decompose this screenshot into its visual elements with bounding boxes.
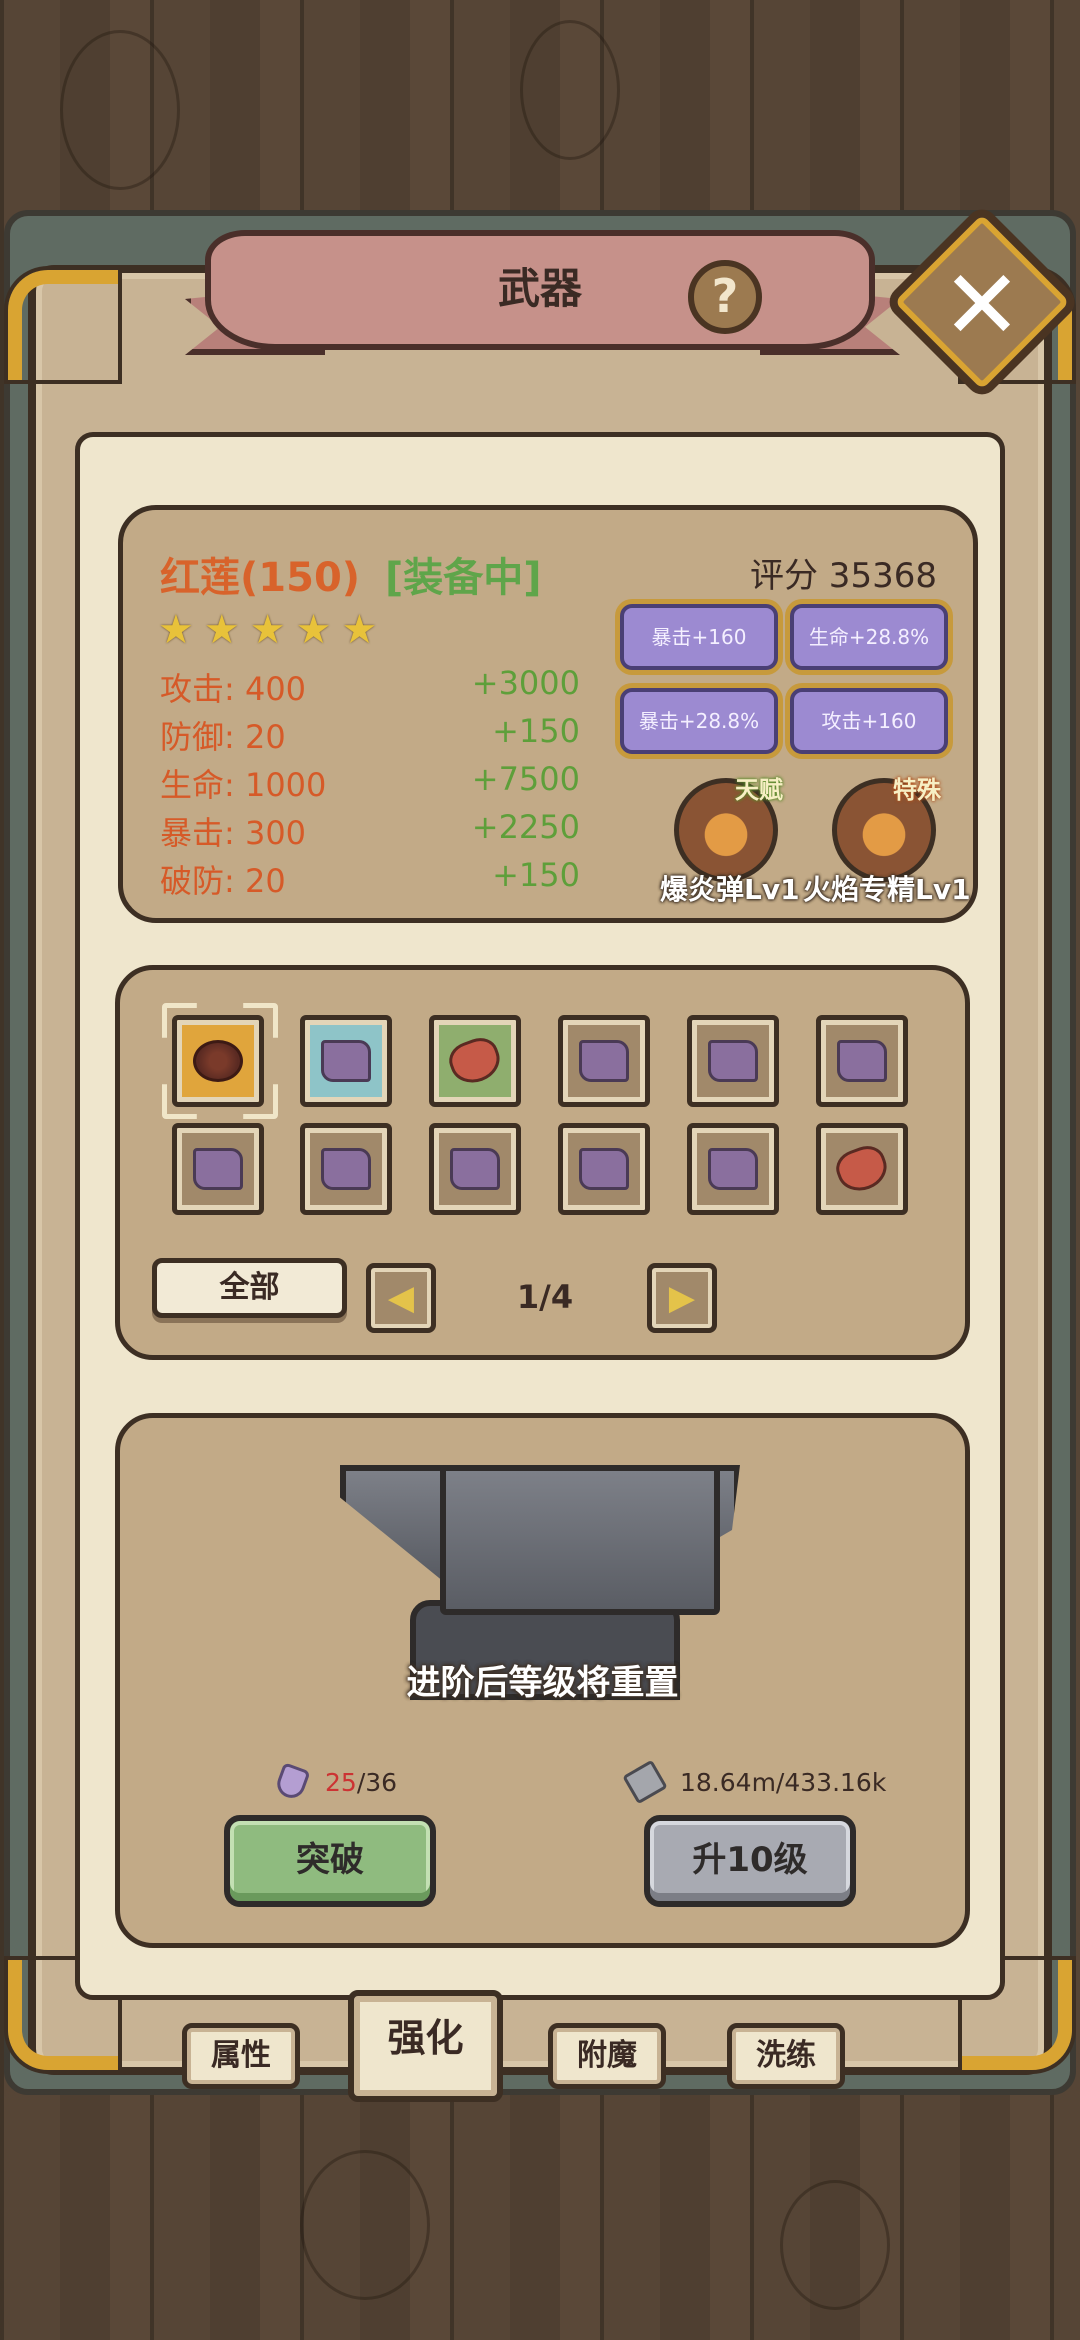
stat-label: 暴击: 300 [160,814,307,852]
skill-tag: 天赋 [735,776,783,804]
inventory-slot[interactable] [429,1123,521,1215]
inventory-slot[interactable] [687,1015,779,1107]
stat-label: 生命: 1000 [160,766,327,804]
breakthrough-button[interactable]: 突破 [224,1815,436,1907]
wood-grain [520,20,620,160]
stat-row: 防御: 20 +150 [160,712,580,756]
upgrade-note: 进阶后等级将重置 [406,1663,679,1703]
star-icon: ★ [203,607,240,653]
inventory-slot[interactable] [172,1123,264,1215]
page-title: 武器 [497,264,582,313]
skill-name: 火焰专精Lv1 [803,873,971,906]
wood-grain [60,30,180,190]
inventory-slot[interactable] [429,1015,521,1107]
book-icon [708,1148,758,1190]
anvil-icon [440,1465,720,1615]
skill-tag: 特殊 [893,776,941,804]
stat-bonus: +2250 [471,808,580,846]
book-icon [193,1148,243,1190]
tab-refine[interactable]: 洗练 [727,2023,845,2089]
page-indicator: 1/4 [516,1278,574,1316]
level-up-button[interactable]: 升10级 [644,1815,856,1907]
skill-name: 爆炎弹Lv1 [660,873,800,906]
tab-enhance[interactable]: 强化 [348,1990,503,2102]
book-icon [579,1040,629,1082]
next-page-button[interactable]: ▶ [647,1263,717,1333]
book-icon [321,1040,371,1082]
star-icon: ★ [158,607,194,653]
gem-staff-icon [444,1032,506,1090]
buff-badge: 暴击+160 [620,604,778,670]
book-icon [837,1040,887,1082]
buff-badge: 攻击+160 [790,688,948,754]
wood-grain [300,2150,430,2300]
selection-bracket [162,1003,278,1119]
stat-row: 暴击: 300 +2250 [160,808,580,852]
star-rating: ★ ★ ★ ★ ★ [158,610,377,650]
book-icon [450,1148,500,1190]
gem-staff-icon [831,1140,893,1198]
scroll-cost: 18.64m/433.16k [680,1768,887,1797]
inventory-slot[interactable] [558,1123,650,1215]
stat-label: 防御: 20 [160,718,286,756]
stat-bonus: +3000 [471,664,580,702]
close-icon[interactable]: ✕ [912,240,1052,370]
inventory-slot[interactable] [558,1015,650,1107]
star-icon: ★ [341,607,378,653]
inventory-slot[interactable] [300,1015,392,1107]
stat-row: 破防: 20 +150 [160,856,580,900]
weapon-score: 评分 35368 [750,556,937,596]
book-icon [708,1040,758,1082]
star-icon: ★ [249,607,286,653]
crystal-have: 25 [325,1768,357,1797]
stat-bonus: +7500 [471,760,580,798]
wood-grain [780,2180,890,2310]
stat-bonus: +150 [492,856,580,894]
inventory-slot[interactable] [687,1123,779,1215]
tab-enchant[interactable]: 附魔 [548,2023,666,2089]
stat-bonus: +150 [492,712,580,750]
inventory-slot[interactable] [816,1015,908,1107]
stat-row: 生命: 1000 +7500 [160,760,580,804]
filter-all-button[interactable]: 全部 [152,1258,347,1318]
tab-attributes[interactable]: 属性 [182,2023,300,2089]
inventory-slot[interactable] [300,1123,392,1215]
star-icon: ★ [295,607,332,653]
crystal-need: /36 [356,1768,398,1797]
buff-badge: 暴击+28.8% [620,688,778,754]
corner-ornament [8,270,118,380]
weapon-name: 红莲(150) [160,555,361,601]
prev-page-button[interactable]: ◀ [366,1263,436,1333]
buff-badge: 生命+28.8% [790,604,948,670]
help-button[interactable]: ? [688,260,762,334]
book-icon [579,1148,629,1190]
crystal-cost: 25/36 [325,1768,397,1797]
stat-label: 破防: 20 [160,862,286,900]
book-icon [321,1148,371,1190]
inventory-slot[interactable] [816,1123,908,1215]
equipped-status: [装备中] [385,555,542,601]
stat-label: 攻击: 400 [160,670,307,708]
stat-row: 攻击: 400 +3000 [160,664,580,708]
